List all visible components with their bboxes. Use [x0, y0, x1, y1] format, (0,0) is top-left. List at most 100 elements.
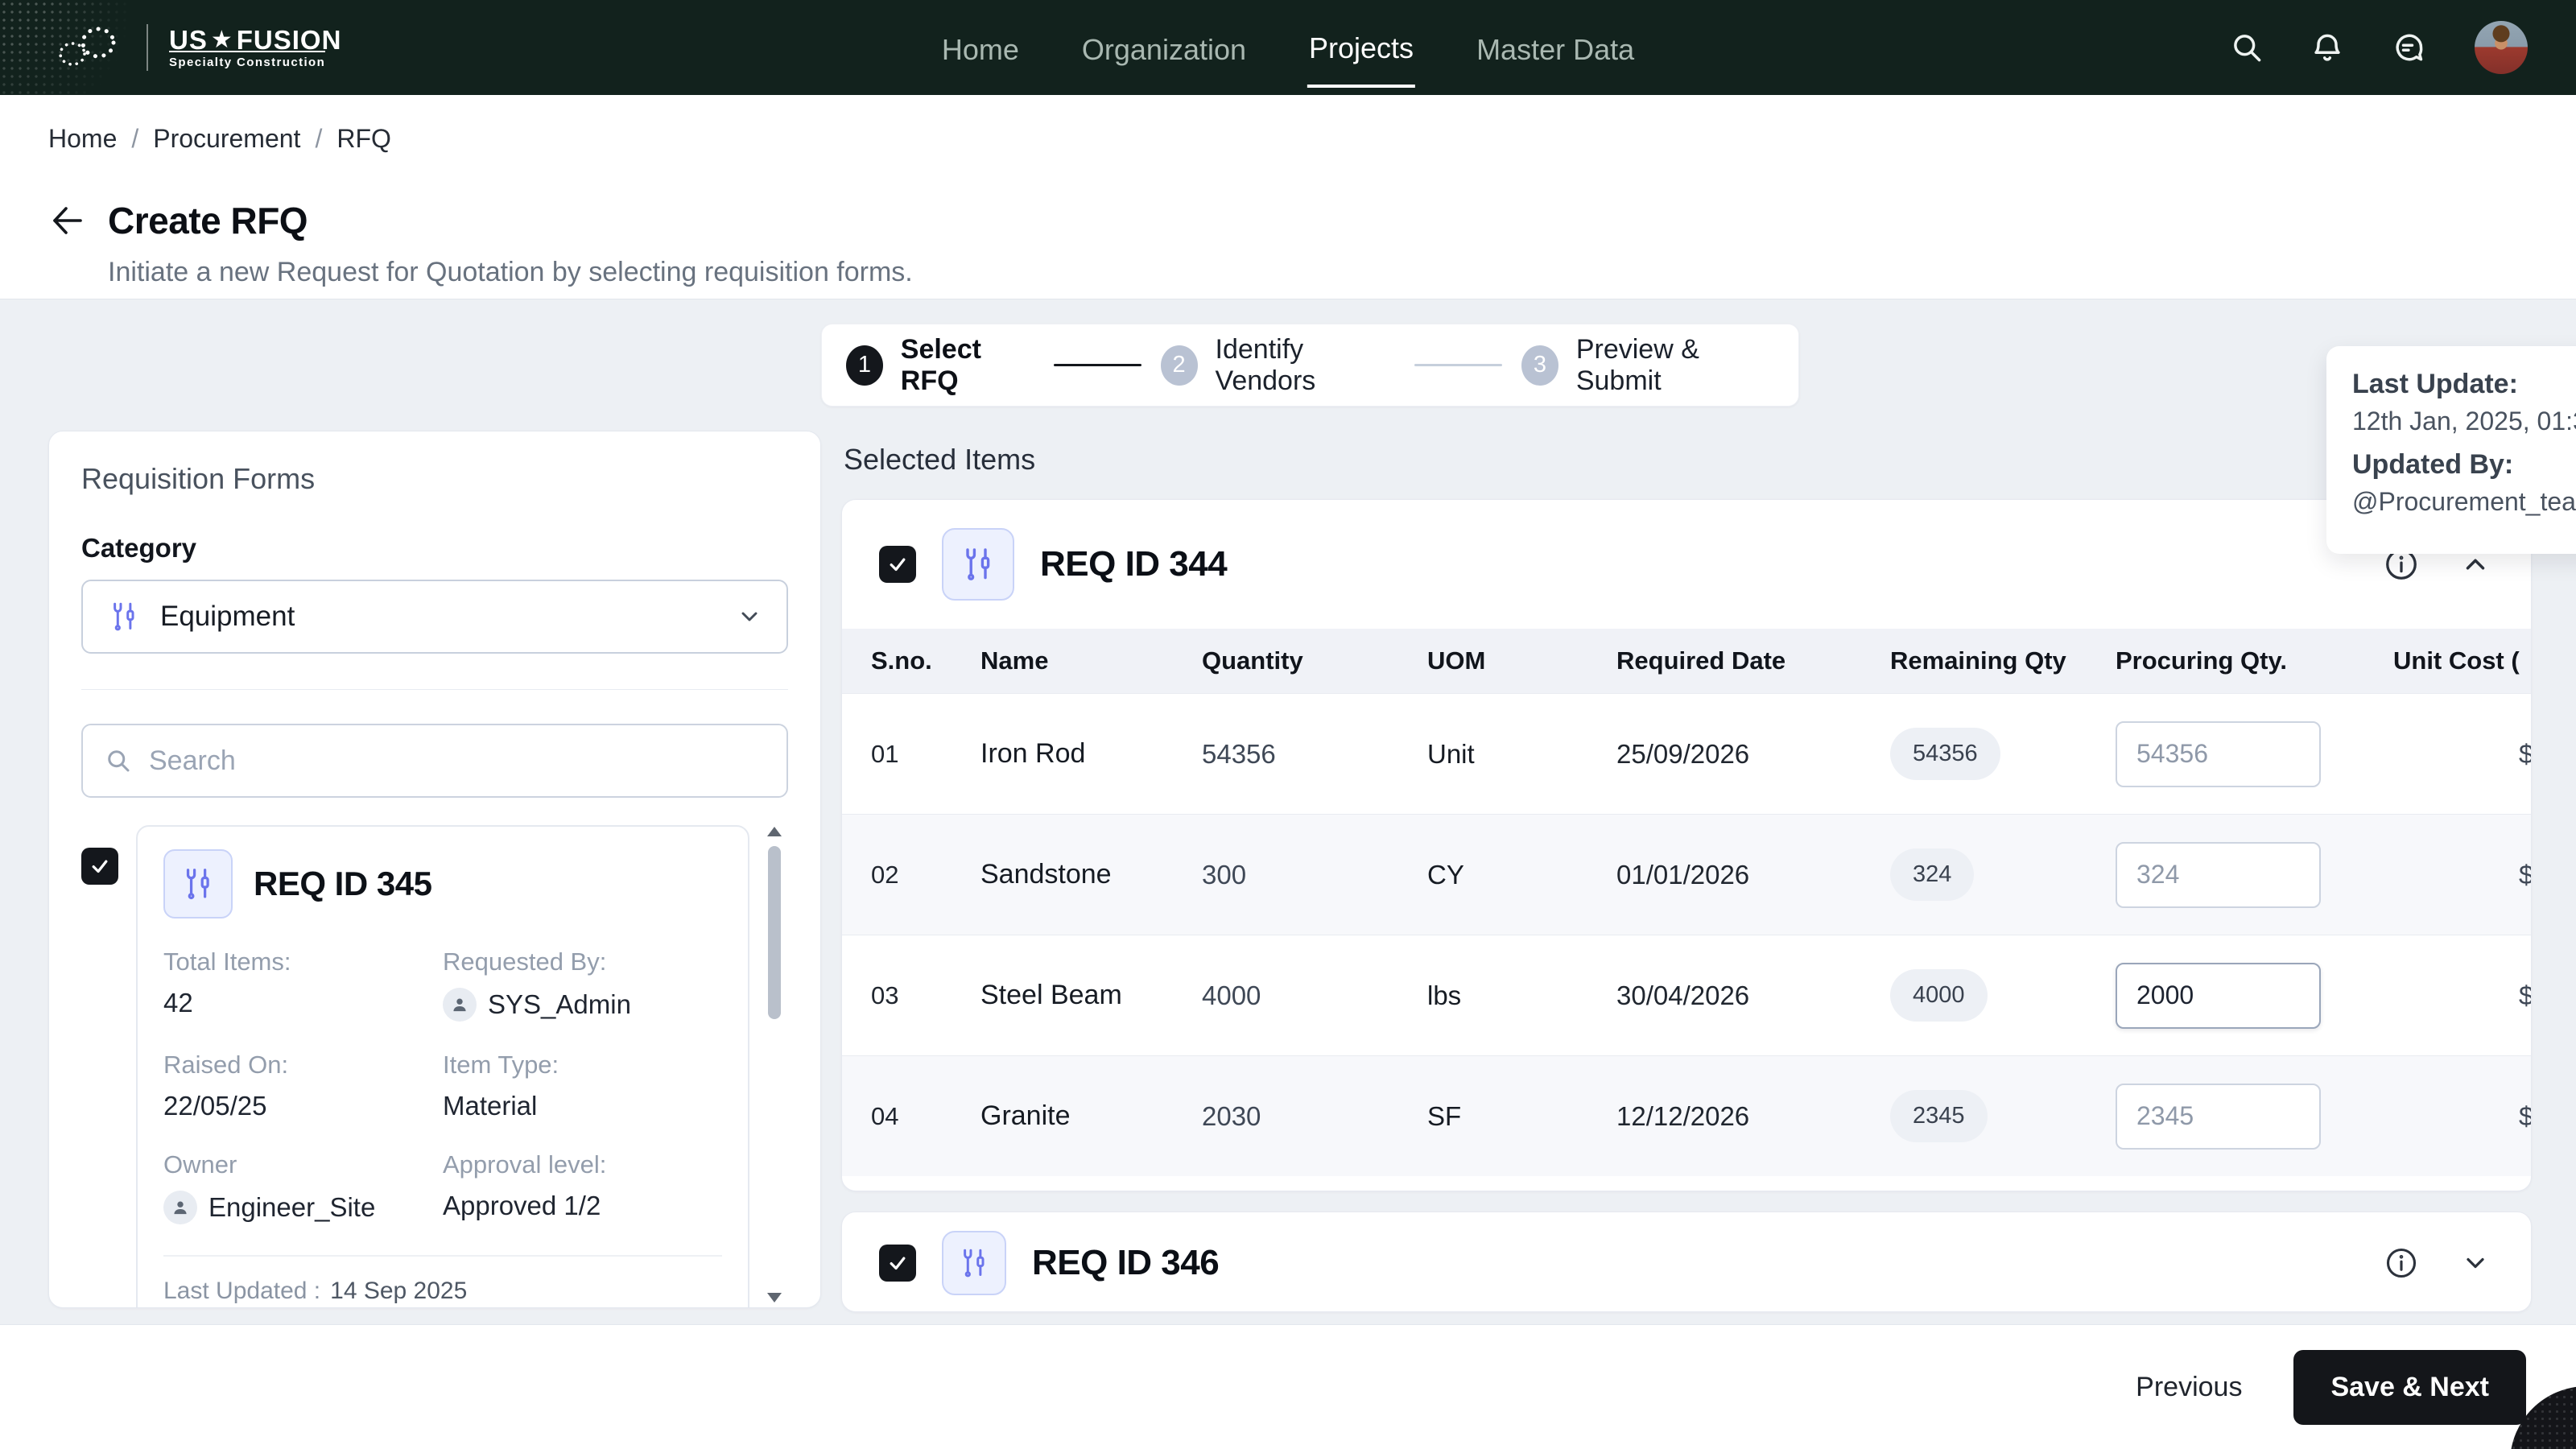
- card-divider: [163, 1255, 722, 1257]
- tools-icon: [107, 600, 141, 634]
- req-344-header: REQ ID 344: [842, 500, 2531, 629]
- step-1-circle: 1: [846, 345, 883, 386]
- step-3-circle: 3: [1521, 345, 1558, 386]
- req-345-card[interactable]: REQ ID 345 Total Items: 42 Requested By:: [136, 825, 749, 1307]
- person-icon: [163, 1191, 197, 1224]
- unit-cost-value: $: [2364, 739, 2531, 770]
- search-input[interactable]: [149, 745, 766, 777]
- step-1-label: Select RFQ: [900, 333, 981, 396]
- remaining-qty-badge: 324: [1890, 848, 1975, 901]
- step-connector: [1414, 364, 1502, 366]
- requisition-list: REQ ID 345 Total Items: 42 Requested By:: [81, 825, 788, 1307]
- scroll-up-arrow[interactable]: [767, 827, 782, 836]
- remaining-qty-badge: 54356: [1890, 728, 2000, 780]
- req-344-title: REQ ID 344: [1040, 544, 1228, 584]
- field-owner: Owner Engineer_Site: [163, 1150, 443, 1224]
- col-name: Name: [980, 646, 1049, 675]
- brand-logo[interactable]: US ★ FUSION Specialty Construction: [48, 19, 341, 76]
- list-scrollbar[interactable]: [762, 825, 786, 1307]
- col-sno: S.no.: [871, 646, 932, 675]
- user-avatar[interactable]: [2475, 21, 2528, 74]
- table-row: 04 Granite 2030 SF 12/12/2026 2345 $: [842, 1055, 2531, 1176]
- table-row: 02 Sandstone 300 CY 01/01/2026 324 $: [842, 814, 2531, 935]
- requisition-forms-title: Requisition Forms: [81, 462, 316, 495]
- procuring-qty-input[interactable]: [2116, 1083, 2321, 1150]
- req-344-checkbox[interactable]: [879, 546, 916, 583]
- requisition-forms-panel: Requisition Forms Category Equipment Sea…: [48, 431, 821, 1308]
- req-346-group-card: REQ ID 346: [841, 1212, 2532, 1312]
- info-icon[interactable]: [2383, 1245, 2420, 1282]
- req-card-title: REQ ID 345: [254, 865, 432, 902]
- unit-cost-value: $: [2364, 860, 2531, 890]
- step-connector: [1053, 364, 1141, 366]
- step-select-rfq[interactable]: 1 Select RFQ: [846, 334, 1034, 397]
- top-navigation-bar: US ★ FUSION Specialty Construction Home Or…: [0, 0, 2576, 105]
- last-update-card: Last Update: 12th Jan, 2025, 01:32 Updat…: [2326, 346, 2576, 554]
- person-icon: [443, 988, 477, 1022]
- col-remaining-qty: Remaining Qty: [1890, 646, 2066, 675]
- step-3-label: Preview & Submit: [1575, 333, 1699, 396]
- procuring-qty-input[interactable]: [2116, 720, 2321, 787]
- nav-item-master-data[interactable]: Master Data: [1475, 9, 1636, 86]
- category-select[interactable]: Equipment: [81, 580, 788, 654]
- field-item-type: Item Type: Material: [443, 1051, 559, 1121]
- step-preview-submit[interactable]: 3 Preview & Submit: [1521, 334, 1774, 397]
- procuring-qty-input[interactable]: [2116, 962, 2321, 1029]
- panel-divider: [81, 689, 788, 690]
- nav-icons: [2228, 0, 2528, 95]
- footer-action-bar: Previous Save & Next: [0, 1324, 2576, 1449]
- req-345-checkbox[interactable]: [81, 848, 118, 885]
- chevron-down-icon: [737, 604, 762, 630]
- step-identify-vendors[interactable]: 2 Identify Vendors: [1160, 333, 1395, 397]
- nav-item-home[interactable]: Home: [940, 9, 1021, 86]
- req-346-checkbox[interactable]: [879, 1244, 916, 1282]
- procuring-qty-input[interactable]: [2116, 841, 2321, 908]
- back-arrow-icon[interactable]: [48, 202, 85, 239]
- unit-cost-value: $: [2364, 1101, 2531, 1132]
- brand-text: US ★ FUSION Specialty Construction: [169, 25, 341, 70]
- field-raised-on: Raised On: 22/05/25: [163, 1051, 289, 1121]
- notifications-bell-icon[interactable]: [2309, 29, 2346, 66]
- remaining-qty-badge: 4000: [1890, 969, 1988, 1022]
- nav-item-projects[interactable]: Projects: [1307, 7, 1416, 88]
- req-344-group-card: REQ ID 344 S.no. Name Quantity UOM Requi…: [841, 499, 2532, 1191]
- tools-badge-icon: [942, 1230, 1006, 1295]
- save-next-button[interactable]: Save & Next: [2293, 1349, 2526, 1425]
- requisition-row: REQ ID 345 Total Items: 42 Requested By:: [81, 825, 749, 1307]
- scrollbar-thumb[interactable]: [768, 846, 781, 1019]
- updated-by-label: Updated By:: [2352, 449, 2514, 480]
- chevron-down-icon[interactable]: [2457, 1245, 2494, 1282]
- breadcrumb-home[interactable]: Home: [48, 124, 117, 154]
- breadcrumb-procurement[interactable]: Procurement: [153, 124, 300, 154]
- unit-cost-value: $: [2364, 980, 2531, 1011]
- req-346-header: REQ ID 346: [842, 1212, 2531, 1311]
- chat-icon[interactable]: [2389, 29, 2426, 66]
- scroll-down-arrow[interactable]: [767, 1293, 782, 1302]
- stepper: 1 Select RFQ 2 Identify Vendors 3 Previe…: [821, 324, 1799, 407]
- col-uom: UOM: [1427, 646, 1486, 675]
- nav-item-organization[interactable]: Organization: [1080, 9, 1248, 86]
- infinity-logo-icon: [48, 19, 126, 76]
- star-icon: ★: [210, 27, 233, 53]
- tools-badge-icon: [163, 849, 233, 919]
- breadcrumb-separator: /: [131, 124, 139, 153]
- last-update-label: Last Update:: [2352, 369, 2518, 399]
- previous-button[interactable]: Previous: [2136, 1372, 2242, 1403]
- nav-links: Home Organization Projects Master Data: [940, 0, 1636, 95]
- search-icon: [104, 746, 133, 775]
- remaining-qty-badge: 2345: [1890, 1090, 1988, 1142]
- updated-by-value: @Procurement_team: [2352, 487, 2576, 516]
- search-box: [81, 724, 788, 798]
- page-header: Home / Procurement / RFQ Create RFQ Init…: [0, 95, 2576, 299]
- search-icon[interactable]: [2228, 29, 2265, 66]
- col-required-date: Required Date: [1616, 646, 1786, 675]
- selected-items-title: Selected Items: [844, 443, 1036, 476]
- col-procuring-qty: Procuring Qty.: [2116, 646, 2288, 675]
- breadcrumb-separator: /: [315, 124, 323, 153]
- step-2-label: Identify Vendors: [1215, 333, 1316, 396]
- last-update-value: 12th Jan, 2025, 01:32: [2352, 407, 2576, 436]
- col-quantity: Quantity: [1202, 646, 1303, 675]
- page-subtitle: Initiate a new Request for Quotation by …: [108, 257, 913, 287]
- breadcrumb-rfq[interactable]: RFQ: [336, 124, 391, 154]
- last-updated-line: Last Updated : 14 Sep 2025: [163, 1278, 468, 1304]
